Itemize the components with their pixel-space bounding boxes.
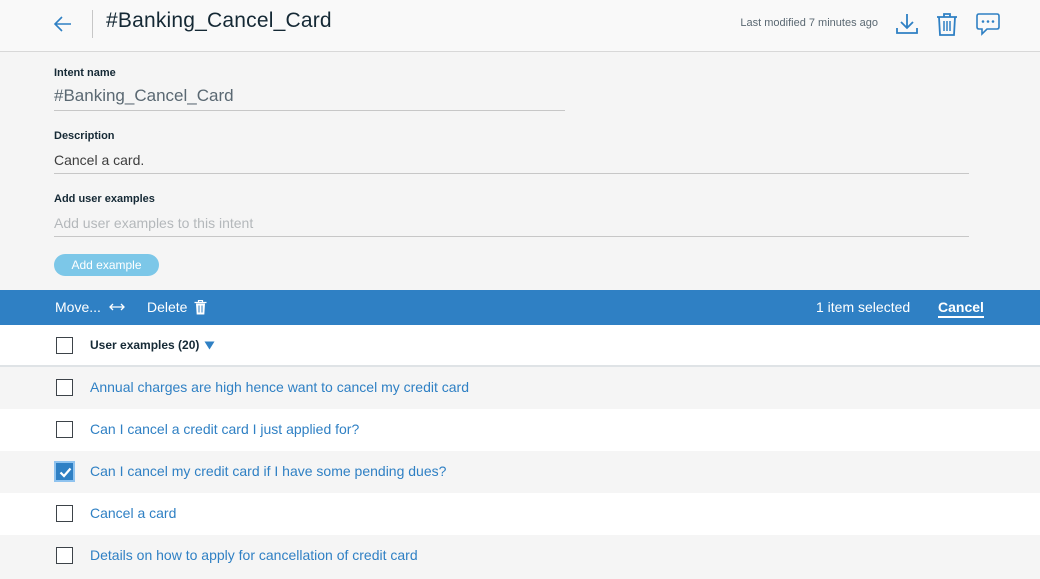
header-divider [92,10,93,38]
list-item[interactable]: Cancel a card [0,493,1040,535]
row-checkbox[interactable] [56,505,73,522]
description-label: Description [54,130,115,142]
sort-caret-down-icon[interactable] [204,341,215,350]
example-text[interactable]: Cancel a card [90,505,176,521]
intent-name-input[interactable] [54,82,565,111]
select-all-checkbox[interactable] [56,337,73,354]
chat-icon[interactable] [975,11,1001,37]
checkmark-icon [59,467,72,478]
download-icon[interactable] [894,11,920,37]
selection-action-bar: Move... Delete 1 item selected Cancel [0,290,1040,325]
move-label: Move... [55,299,101,315]
examples-list-header: User examples (20) [0,325,1040,367]
description-input[interactable] [54,147,969,174]
example-text[interactable]: Can I cancel a credit card I just applie… [90,421,359,437]
row-checkbox[interactable] [56,547,73,564]
selected-count-text: 1 item selected [816,299,911,315]
move-button[interactable]: Move... [55,299,125,315]
intent-name-label: Intent name [54,67,116,79]
arrow-left-icon[interactable] [52,13,74,35]
cancel-selection-button[interactable]: Cancel [938,299,984,318]
page-header: #Banking_Cancel_Card Last modified 7 min… [0,0,1040,52]
examples-column-header: User examples (20) [90,338,200,352]
list-item[interactable]: Annual charges are high hence want to ca… [0,367,1040,409]
row-checkbox-checked[interactable] [56,463,73,480]
user-example-input[interactable] [54,210,969,237]
list-item[interactable]: Details on how to apply for cancellation… [0,535,1040,577]
add-user-examples-label: Add user examples [54,193,155,205]
example-text[interactable]: Annual charges are high hence want to ca… [90,379,469,395]
trash-icon [194,299,207,314]
add-example-button[interactable]: Add example [54,254,159,276]
example-text[interactable]: Details on how to apply for cancellation… [90,547,418,563]
page-title: #Banking_Cancel_Card [106,9,332,32]
example-text[interactable]: Can I cancel my credit card if I have so… [90,463,446,479]
row-checkbox[interactable] [56,379,73,396]
delete-button[interactable]: Delete [147,299,207,315]
last-modified-text: Last modified 7 minutes ago [740,17,878,29]
delete-label: Delete [147,299,188,315]
trash-icon[interactable] [934,11,960,37]
move-arrows-icon [108,303,125,311]
row-checkbox[interactable] [56,421,73,438]
list-item[interactable]: Can I cancel a credit card I just applie… [0,409,1040,451]
list-item[interactable]: Can I cancel my credit card if I have so… [0,451,1040,493]
